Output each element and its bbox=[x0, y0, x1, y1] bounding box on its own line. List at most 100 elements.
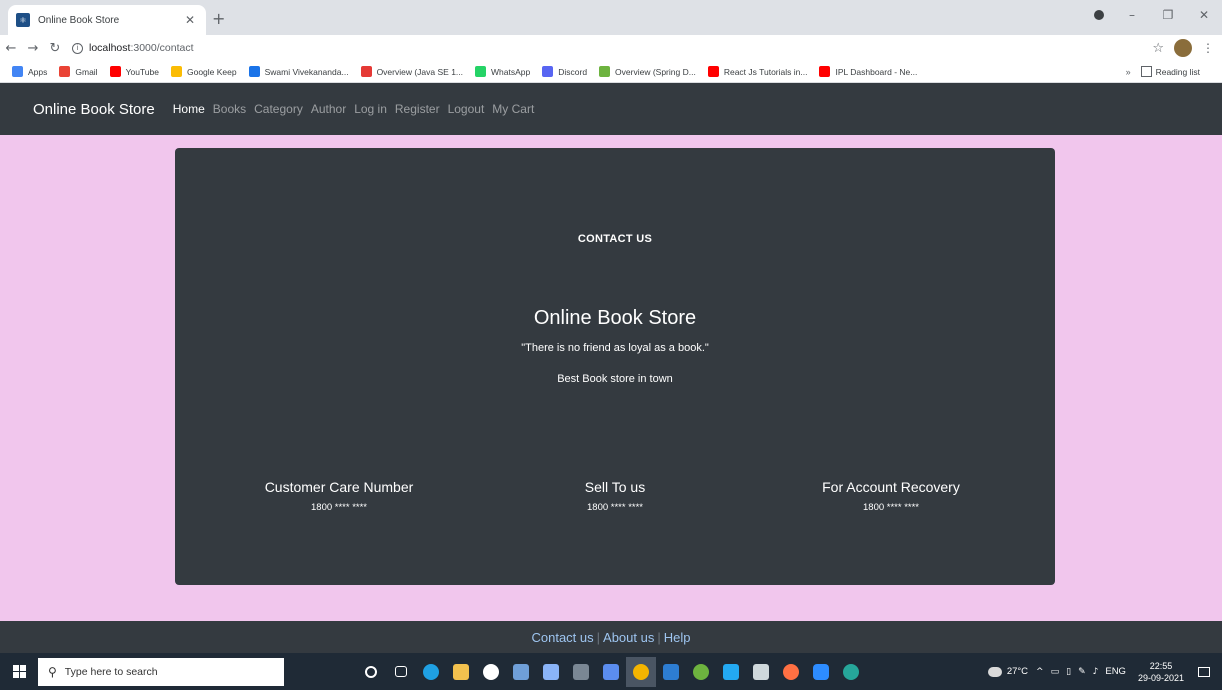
page-content: Online Book Store Home Books Category Au… bbox=[0, 83, 1222, 653]
app-icon[interactable] bbox=[776, 657, 806, 687]
bookmark-spring[interactable]: Overview (Spring D... bbox=[599, 66, 696, 77]
navbar-brand[interactable]: Online Book Store bbox=[33, 101, 155, 118]
bookmark-star-icon[interactable]: ☆ bbox=[1152, 41, 1164, 56]
volume-icon[interactable]: ♪ bbox=[1093, 667, 1099, 677]
bookmark-swami-vivekananda[interactable]: Swami Vivekananda... bbox=[248, 66, 349, 77]
bookmark-java-se[interactable]: Overview (Java SE 1... bbox=[360, 66, 463, 77]
app-icon[interactable] bbox=[506, 657, 536, 687]
info-title: Sell To us bbox=[584, 479, 646, 495]
zoom-icon[interactable] bbox=[806, 657, 836, 687]
file-explorer-icon[interactable] bbox=[446, 657, 476, 687]
profile-indicator-icon[interactable] bbox=[1094, 10, 1104, 20]
pen-icon[interactable]: ✎ bbox=[1078, 667, 1086, 677]
whatsapp-icon bbox=[475, 66, 487, 77]
app-icon[interactable] bbox=[536, 657, 566, 687]
edge-icon[interactable] bbox=[416, 657, 446, 687]
info-phone: 1800 **** **** bbox=[311, 502, 367, 513]
bookmark-gmail[interactable]: Gmail bbox=[59, 66, 98, 77]
site-info-icon[interactable]: i bbox=[72, 42, 83, 54]
new-tab-icon[interactable]: + bbox=[212, 9, 225, 28]
customer-care-info: Customer Care Number 1800 **** **** bbox=[219, 479, 459, 513]
footer-link-contact[interactable]: Contact us bbox=[531, 630, 593, 645]
bookmark-youtube[interactable]: YouTube bbox=[109, 66, 159, 77]
taskbar-clock[interactable]: 22:55 29-09-2021 bbox=[1138, 660, 1184, 684]
apps-grid-icon bbox=[12, 66, 23, 77]
bookmarks-overflow-icon[interactable]: » bbox=[1126, 67, 1131, 77]
nav-link-category[interactable]: Category bbox=[254, 102, 303, 116]
info-title: For Account Recovery bbox=[822, 479, 960, 495]
reload-icon[interactable]: ↻ bbox=[44, 41, 66, 56]
weather-cloud-icon[interactable] bbox=[987, 666, 1002, 677]
nav-link-register[interactable]: Register bbox=[395, 102, 440, 116]
close-window-icon[interactable]: ✕ bbox=[1186, 8, 1222, 22]
bookmark-google-keep[interactable]: Google Keep bbox=[170, 66, 237, 77]
info-phone: 1800 **** **** bbox=[863, 502, 919, 513]
windows-start-icon[interactable] bbox=[0, 665, 38, 678]
footer-link-about[interactable]: About us bbox=[603, 630, 654, 645]
browser-tab[interactable]: ⚛ Online Book Store ✕ bbox=[8, 5, 206, 35]
minimize-icon[interactable]: – bbox=[1114, 8, 1150, 22]
nav-link-books[interactable]: Books bbox=[213, 102, 246, 116]
nav-link-my-cart[interactable]: My Cart bbox=[492, 102, 534, 116]
address-bar[interactable]: i localhost :3000/contact bbox=[72, 37, 1182, 59]
language-indicator[interactable]: ENG bbox=[1105, 666, 1126, 677]
store-name: Online Book Store bbox=[533, 307, 697, 329]
close-tab-icon[interactable]: ✕ bbox=[182, 13, 198, 27]
info-phone: 1800 **** **** bbox=[587, 502, 643, 513]
calculator-icon[interactable] bbox=[566, 657, 596, 687]
chrome-icon[interactable] bbox=[626, 656, 656, 687]
clock-date: 29-09-2021 bbox=[1137, 672, 1184, 683]
footer-link-help[interactable]: Help bbox=[664, 630, 691, 645]
contact-heading: CONTACT US bbox=[577, 233, 653, 245]
circle-logo-icon bbox=[248, 66, 260, 77]
search-placeholder: Type here to search bbox=[64, 665, 158, 678]
terminal-icon[interactable] bbox=[746, 657, 776, 687]
url-path: :3000/contact bbox=[130, 42, 194, 54]
avatar[interactable] bbox=[1174, 39, 1192, 57]
bookmark-discord[interactable]: Discord bbox=[542, 66, 587, 77]
battery-icon[interactable]: ▯ bbox=[1066, 667, 1071, 677]
bookmark-react-tutorials[interactable]: React Js Tutorials in... bbox=[707, 66, 807, 77]
weather-temperature[interactable]: 27°C bbox=[1007, 666, 1028, 677]
store-quote: "There is no friend as loyal as a book." bbox=[521, 342, 709, 354]
bookmarks-right: » Reading list bbox=[1126, 66, 1212, 77]
oracle-icon bbox=[360, 66, 372, 77]
chevron-up-icon[interactable]: ^ bbox=[1036, 667, 1044, 677]
account-recovery-info: For Account Recovery 1800 **** **** bbox=[771, 479, 1011, 513]
back-icon[interactable]: ← bbox=[0, 41, 22, 56]
github-icon[interactable] bbox=[476, 657, 506, 687]
taskbar-search-input[interactable]: ⚲ Type here to search bbox=[38, 657, 284, 686]
reading-list-button[interactable]: Reading list bbox=[1140, 66, 1200, 77]
nav-link-login[interactable]: Log in bbox=[354, 102, 387, 116]
nav-link-author[interactable]: Author bbox=[311, 102, 346, 116]
vscode-icon[interactable] bbox=[716, 657, 746, 687]
windows-taskbar: ⚲ Type here to search 27°C ^ ▭ ▯ ✎ ♪ ENG… bbox=[0, 653, 1222, 690]
help-icon[interactable] bbox=[836, 657, 866, 687]
nav-link-home[interactable]: Home bbox=[173, 102, 205, 116]
youtube-icon bbox=[819, 66, 831, 77]
react-favicon-icon: ⚛ bbox=[16, 13, 30, 27]
bookmark-ipl-dashboard[interactable]: IPL Dashboard - Ne... bbox=[819, 66, 917, 77]
app-icon[interactable] bbox=[656, 657, 686, 687]
nav-link-logout[interactable]: Logout bbox=[448, 102, 485, 116]
spring-tool-icon[interactable] bbox=[686, 657, 716, 687]
menu-kebab-icon[interactable]: ⋮ bbox=[1202, 41, 1214, 55]
bookmark-whatsapp[interactable]: WhatsApp bbox=[475, 66, 530, 77]
cortana-icon[interactable] bbox=[356, 657, 386, 687]
system-tray: 27°C ^ ▭ ▯ ✎ ♪ ENG 22:55 29-09-2021 bbox=[987, 653, 1222, 690]
task-view-icon[interactable] bbox=[386, 657, 416, 687]
forward-icon[interactable]: → bbox=[22, 41, 44, 56]
info-title: Customer Care Number bbox=[264, 479, 414, 495]
notification-icon[interactable] bbox=[1198, 666, 1210, 677]
store-tagline: Best Book store in town bbox=[557, 373, 673, 385]
youtube-icon bbox=[109, 66, 121, 77]
reading-list-icon bbox=[1140, 66, 1152, 77]
contact-card: CONTACT US Online Book Store "There is n… bbox=[175, 148, 1055, 585]
tab-title: Online Book Store bbox=[38, 14, 120, 26]
bookmark-apps[interactable]: Apps bbox=[12, 66, 47, 77]
maximize-icon[interactable]: ❐ bbox=[1150, 8, 1186, 22]
network-icon[interactable]: ▭ bbox=[1051, 667, 1060, 677]
browser-tabstrip: ⚛ Online Book Store ✕ + – ❐ ✕ bbox=[0, 0, 1222, 35]
clock-time: 22:55 bbox=[1149, 660, 1173, 671]
app-icon[interactable] bbox=[596, 657, 626, 687]
